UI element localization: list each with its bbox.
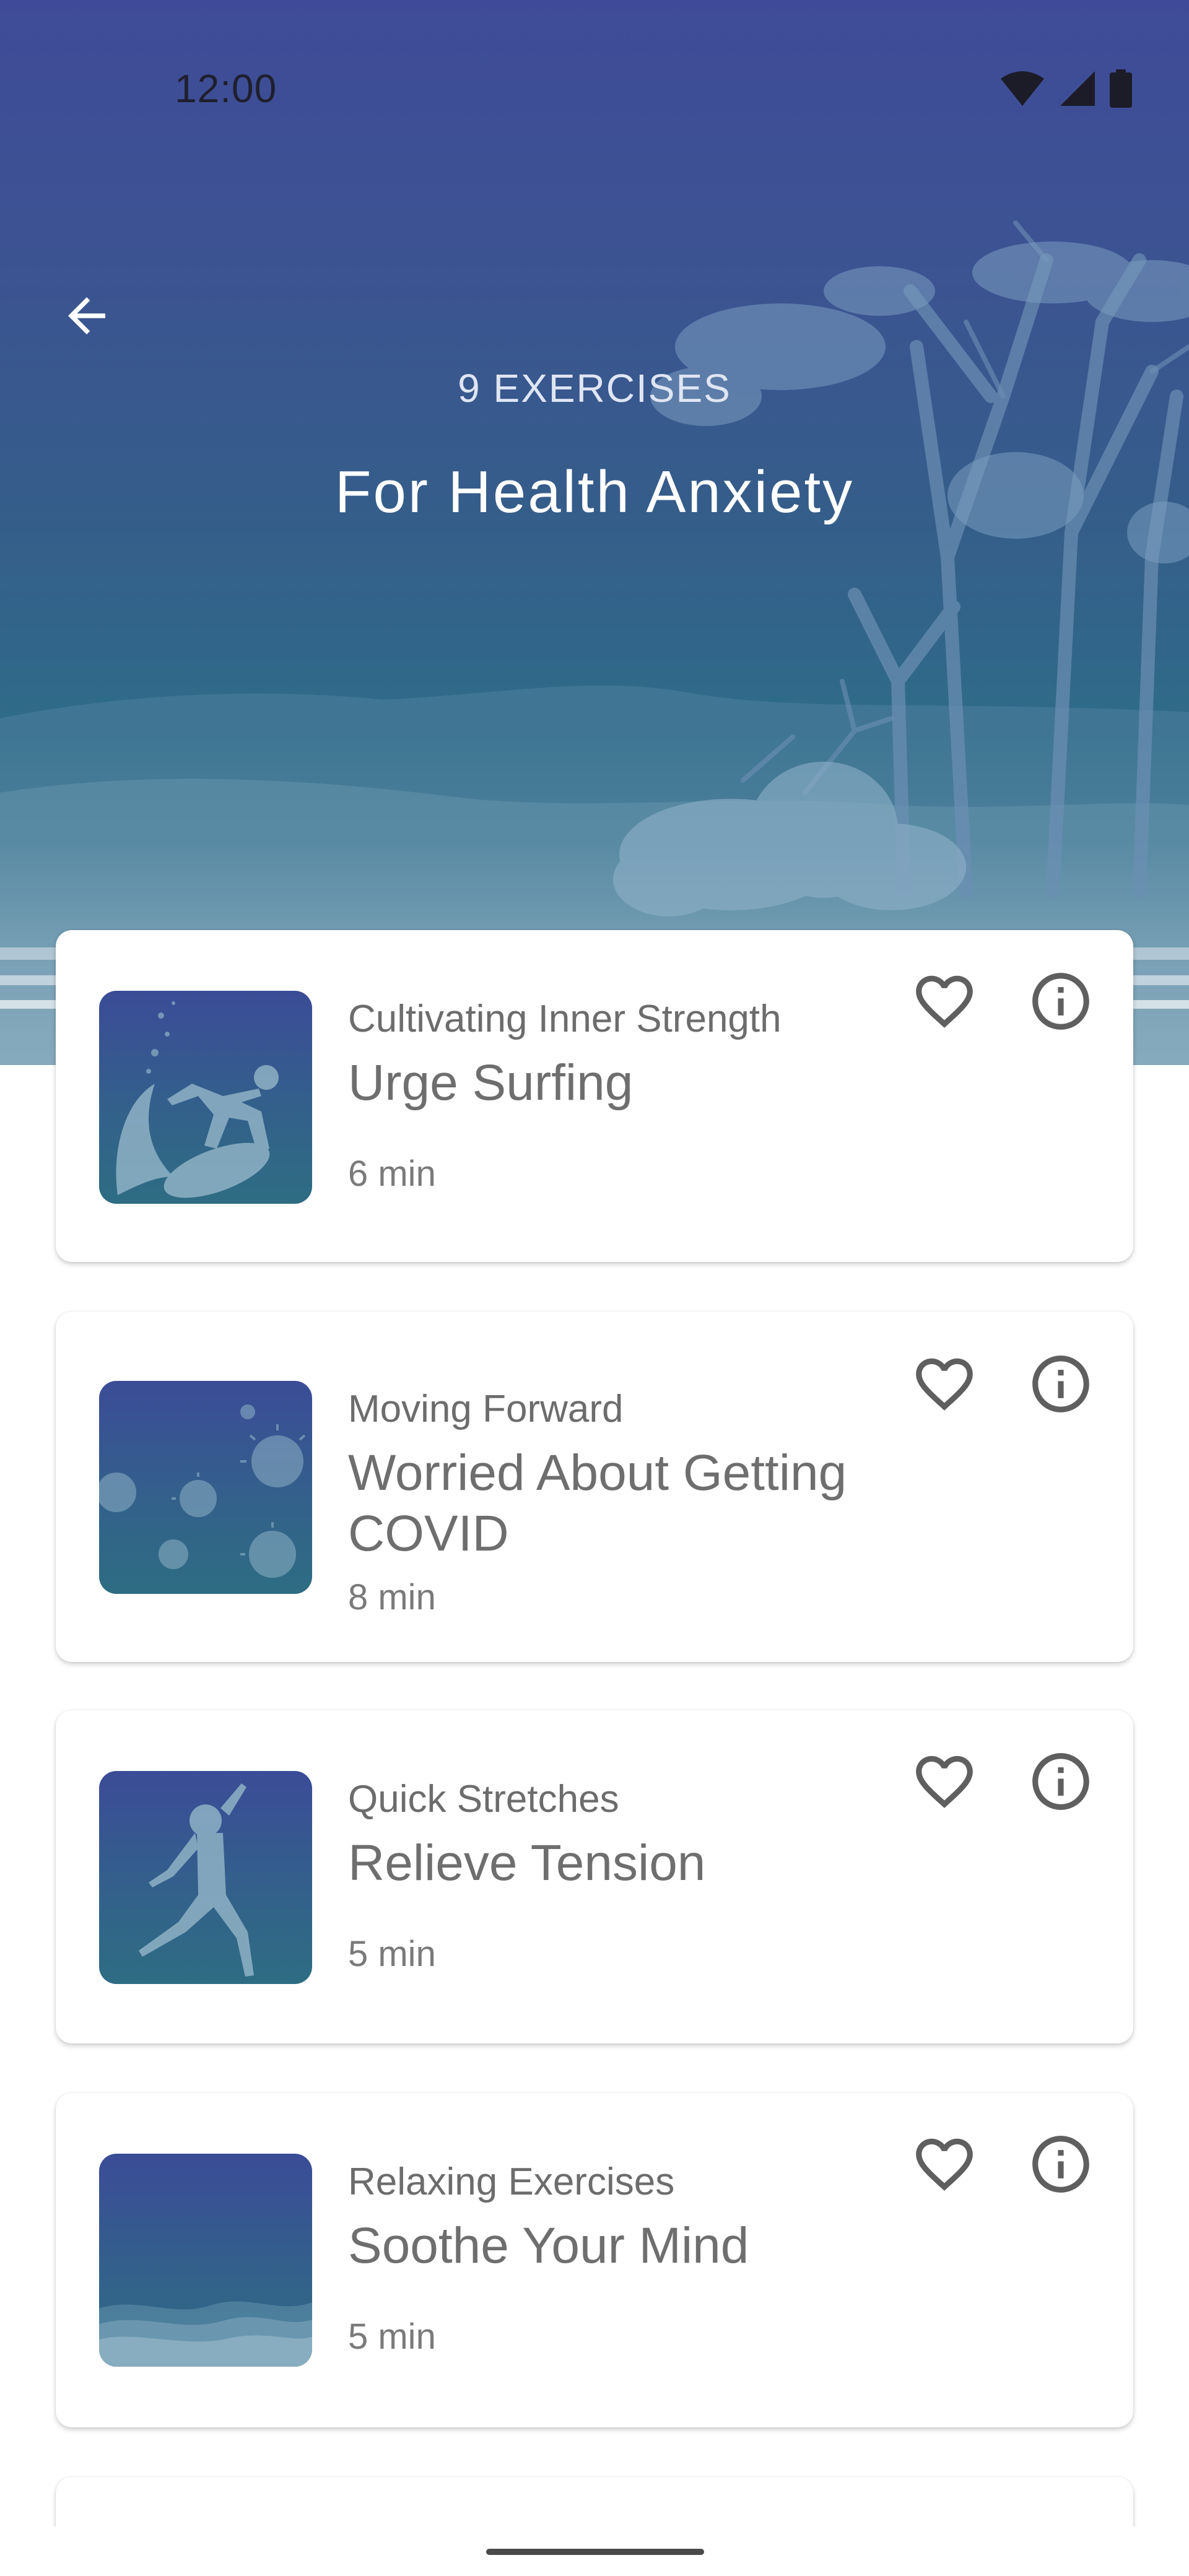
favorite-button[interactable]: [904, 1741, 985, 1822]
status-time: 12:00: [175, 66, 277, 111]
exercise-category: Relaxing Exercises: [348, 2160, 675, 2203]
favorite-button[interactable]: [904, 961, 985, 1042]
exercise-card-worried-about-covid[interactable]: Moving Forward Worried About Getting COV…: [56, 1312, 1133, 1662]
status-icons: [1000, 69, 1132, 111]
exercise-title: Worried About Getting COVID: [348, 1445, 847, 1562]
exercise-duration: 5 min: [348, 2317, 436, 2357]
exercise-title: Soothe Your Mind: [348, 2217, 749, 2274]
info-icon: [1032, 2136, 1089, 2193]
exercise-category: Quick Stretches: [348, 1778, 619, 1821]
exercise-title: Relieve Tension: [348, 1835, 706, 1891]
favorite-button[interactable]: [904, 1344, 985, 1424]
exercise-category: Cultivating Inner Strength: [348, 998, 782, 1040]
exercise-count: 9 EXERCISES: [458, 366, 731, 411]
surfer-icon: [99, 991, 312, 1204]
exercise-duration: 8 min: [348, 1577, 436, 1617]
header-banner: 12:00 9 EXERCISES For Health Anxiety: [0, 0, 1189, 1065]
virus-icon: [99, 1381, 312, 1594]
exercise-title: Urge Surfing: [348, 1055, 634, 1111]
heart-outline-icon: [916, 1358, 973, 1411]
page-title: For Health Anxiety: [334, 459, 855, 525]
wifi-icon: [1000, 70, 1045, 110]
info-button[interactable]: [1021, 961, 1101, 1042]
exercise-category: Moving Forward: [348, 1388, 624, 1430]
info-icon: [1032, 1355, 1089, 1412]
exercise-card-urge-surfing[interactable]: Cultivating Inner Strength Urge Surfing …: [56, 930, 1133, 1262]
home-indicator[interactable]: [486, 2549, 704, 2555]
arrow-left-icon: [68, 297, 105, 334]
info-button[interactable]: [1021, 1741, 1101, 1822]
jumping-person-icon: [99, 1771, 312, 1984]
favorite-button[interactable]: [904, 2124, 985, 2204]
info-icon: [1032, 1753, 1089, 1810]
status-bar: 12:00: [0, 0, 1189, 186]
heart-outline-icon: [916, 975, 973, 1028]
heart-outline-icon: [916, 1756, 973, 1808]
exercise-card-relieve-tension[interactable]: Quick Stretches Relieve Tension 5 min: [56, 1710, 1133, 2043]
signal-icon: [1059, 70, 1096, 110]
info-button[interactable]: [1021, 1344, 1101, 1424]
waves-icon: [99, 2154, 312, 2367]
info-icon: [1032, 973, 1089, 1030]
back-button[interactable]: [50, 279, 124, 353]
exercise-duration: 5 min: [348, 1934, 436, 1974]
battery-icon: [1110, 69, 1132, 111]
heart-outline-icon: [916, 2138, 973, 2191]
exercise-card-soothe-your-mind[interactable]: Relaxing Exercises Soothe Your Mind 5 mi…: [56, 2093, 1133, 2427]
info-button[interactable]: [1021, 2124, 1101, 2204]
exercise-list-screen: 12:00 9 EXERCISES For Health Anxiety Cul…: [0, 0, 1189, 2576]
exercise-duration: 6 min: [348, 1154, 436, 1194]
